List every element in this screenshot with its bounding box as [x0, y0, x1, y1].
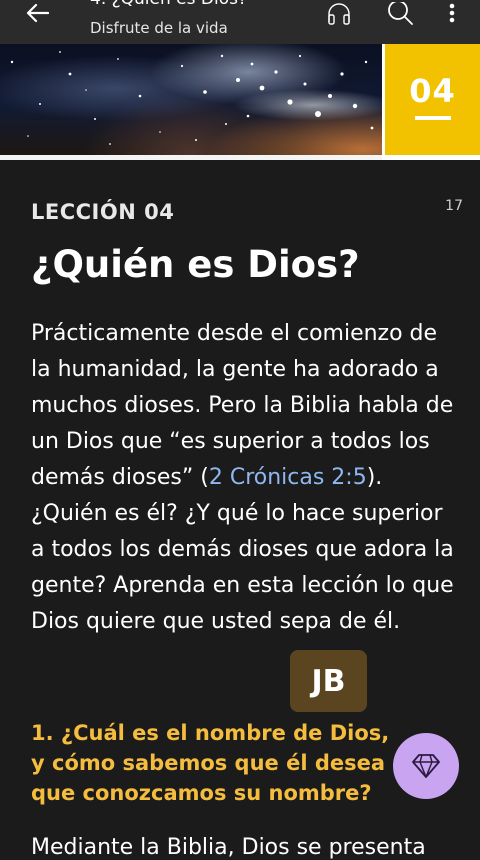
lesson-banner: 04 [0, 44, 480, 160]
publication-title: 4. ¿Quién es Dios? [90, 0, 247, 9]
audio-button[interactable] [322, 0, 356, 28]
lesson-label: LECCIÓN 04 [31, 200, 175, 224]
app-bar: 4. ¿Quién es Dios? Disfrute de la vida [0, 0, 480, 44]
back-arrow-icon [26, 3, 49, 23]
question-heading: 1. ¿Cuál es el nombre de Dios, y cómo sa… [31, 721, 390, 805]
lesson-number: 04 [409, 72, 456, 110]
lesson-number-badge: 04 [385, 44, 480, 155]
page-number: 17 [445, 198, 463, 214]
more-options-button[interactable] [440, 0, 464, 28]
user-avatar[interactable]: JB [290, 650, 367, 712]
lesson-title: ¿Quién es Dios? [31, 243, 360, 286]
badge-underline [415, 116, 451, 120]
diamond-icon [412, 754, 440, 778]
stars-layer [10, 51, 374, 145]
app-bar-titles: 4. ¿Quién es Dios? Disfrute de la vida [90, 0, 320, 44]
intro-paragraph: Prácticamente desde el comienzo de la hu… [31, 316, 461, 640]
intro-text-part2: ). ¿Quién es él? ¿Y qué lo hace superior… [31, 465, 454, 634]
scripture-reference-link[interactable]: 2 Crónicas 2:5 [209, 465, 367, 490]
more-vert-icon [449, 3, 455, 23]
image-credit-strip [0, 155, 382, 160]
search-button[interactable] [384, 0, 416, 28]
gems-button[interactable] [393, 733, 459, 799]
starfield-image [0, 44, 382, 155]
back-button[interactable] [22, 0, 52, 26]
next-paragraph: Mediante la Biblia, Dios se presenta [31, 835, 426, 860]
search-icon [388, 2, 413, 25]
publication-subtitle: Disfrute de la vida [90, 19, 228, 37]
headphones-icon [328, 3, 350, 25]
